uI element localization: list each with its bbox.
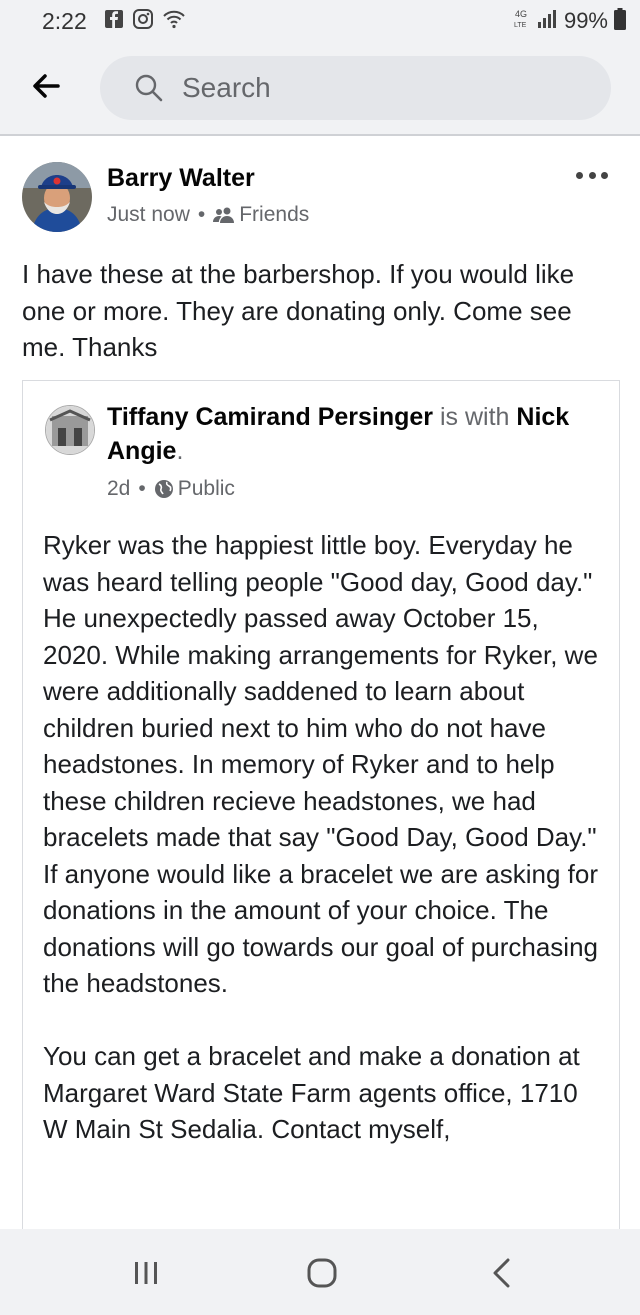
shared-paragraph: Ryker was the happiest little boy. Every… xyxy=(43,530,599,998)
status-time: 2:22 xyxy=(42,8,87,34)
meta-separator: • xyxy=(138,477,146,500)
instagram-icon xyxy=(132,8,154,35)
back-icon xyxy=(493,1258,510,1288)
system-nav-bar xyxy=(0,1229,640,1315)
shared-header: Tiffany Camirand Persinger is with Nick … xyxy=(107,403,570,465)
recent-apps-button[interactable] xyxy=(126,1253,166,1293)
author-avatar[interactable] xyxy=(22,162,92,232)
home-icon xyxy=(307,1258,337,1288)
back-button[interactable] xyxy=(30,70,70,106)
back-arrow-icon xyxy=(33,74,60,98)
battery-icon xyxy=(614,7,626,35)
app-bar xyxy=(0,42,640,136)
author-name[interactable]: Barry Walter xyxy=(107,164,255,193)
search-input[interactable] xyxy=(180,71,564,105)
shared-post-card[interactable]: Tiffany Camirand Persinger is with Nick … xyxy=(22,380,620,1281)
more-dot-icon xyxy=(588,172,596,179)
more-dot-icon xyxy=(576,172,583,179)
shared-text: Ryker was the happiest little boy. Every… xyxy=(43,527,603,1148)
friends-icon xyxy=(213,207,235,223)
meta-separator: • xyxy=(197,203,206,226)
globe-icon xyxy=(154,480,173,498)
shared-meta: 2d • Public xyxy=(107,477,235,501)
facebook-icon xyxy=(104,9,124,34)
post-text: I have these at the barbershop. If you w… xyxy=(22,259,575,362)
post-time[interactable]: Just now xyxy=(107,203,190,227)
wifi-icon xyxy=(162,8,186,35)
svg-text:LTE: LTE xyxy=(514,22,527,29)
shared-time[interactable]: 2d xyxy=(107,477,130,501)
battery-percent: 99% xyxy=(563,8,608,33)
post-audience: Friends xyxy=(239,203,310,226)
shared-author-name[interactable]: Tiffany Camirand Persinger xyxy=(107,403,433,431)
signal-icon xyxy=(536,8,558,35)
shared-with-text: is with xyxy=(439,403,510,431)
nav-back-button[interactable] xyxy=(482,1253,522,1293)
post-meta: Just now • Friends xyxy=(107,203,309,227)
svg-text:4G: 4G xyxy=(515,9,527,19)
search-icon xyxy=(135,74,163,102)
shared-paragraph: You can get a bracelet and make a donati… xyxy=(43,1041,580,1144)
home-button[interactable] xyxy=(302,1253,342,1293)
shared-author-avatar[interactable] xyxy=(45,405,95,455)
shared-audience: Public xyxy=(177,477,235,500)
more-options-button[interactable] xyxy=(576,172,608,182)
status-bar: 2:22 4G LTE 99% xyxy=(0,0,640,42)
more-dot-icon xyxy=(601,172,608,179)
recent-apps-icon xyxy=(135,1262,157,1284)
4g-lte-icon: 4G LTE xyxy=(514,7,530,36)
search-bar[interactable] xyxy=(100,56,611,120)
